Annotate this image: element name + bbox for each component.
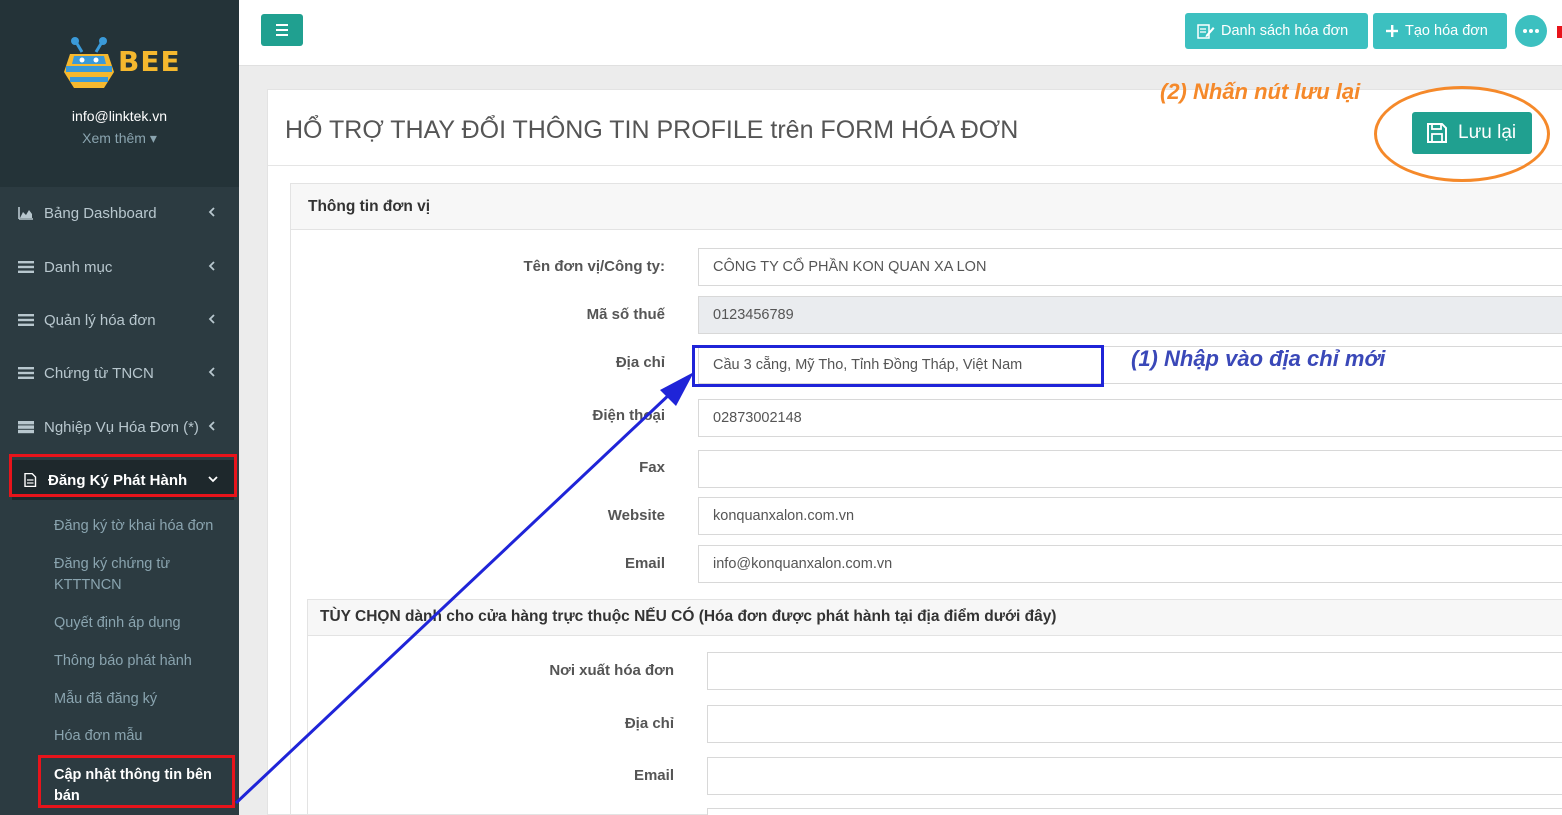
field-label-tax: Mã số thuế [586, 306, 665, 323]
create-invoice-button[interactable]: Tạo hóa đơn [1373, 13, 1507, 49]
plus-icon [1386, 25, 1398, 37]
submenu-item-hoa-don-mau[interactable]: Hóa đơn mẫu [54, 726, 234, 747]
section-title: Thông tin đơn vị [291, 184, 1562, 230]
highlight-box-submenu [38, 755, 235, 808]
annotation-step-2: (2) Nhấn nút lưu lại [1160, 79, 1361, 104]
submenu-item-chung-tu[interactable]: Đăng ký chứng từ KTTTNCN [54, 554, 204, 596]
field-label-address: Địa chỉ [615, 354, 665, 371]
list-icon [18, 261, 34, 273]
phone-input[interactable]: 02873002148 [698, 399, 1562, 437]
see-more-link[interactable]: Xem thêm ▾ [0, 130, 239, 147]
address-highlight-box [692, 345, 1104, 387]
chevron-left-icon [208, 207, 215, 217]
server-icon [18, 421, 34, 434]
sidebar-item-label: Quản lý hóa đơn [44, 311, 156, 329]
bee-mascot-icon [64, 37, 114, 88]
option-label-address: Địa chỉ [624, 715, 674, 732]
sidebar-item-label: Chứng từ TNCN [44, 364, 154, 382]
highlight-box-menu [9, 454, 237, 497]
option-section-title: TÙY CHỌN dành cho cửa hàng trực thuộc NẾ… [308, 600, 1562, 636]
invoice-list-button[interactable]: Danh sách hóa đơn [1185, 13, 1368, 49]
chevron-left-icon [208, 367, 215, 377]
sidebar-item-dashboard[interactable]: Bảng Dashboard [0, 193, 239, 233]
field-label-fax: Fax [639, 459, 665, 476]
menu-toggle-button[interactable] [261, 14, 303, 46]
submenu-item-mau-da-dang-ky[interactable]: Mẫu đã đăng ký [54, 689, 234, 710]
submenu-item-quyet-dinh[interactable]: Quyết định áp dụng [54, 613, 234, 634]
hamburger-icon [276, 24, 288, 36]
issue-place-input[interactable] [707, 652, 1562, 690]
field-label-phone: Điện thoại [592, 407, 665, 424]
next-input-partial[interactable] [707, 808, 1562, 815]
invoice-list-label: Danh sách hóa đơn [1221, 23, 1349, 39]
list-icon [18, 367, 34, 379]
sidebar-item-danh-muc[interactable]: Danh mục [0, 247, 239, 287]
option-label-email: Email [633, 767, 674, 784]
user-email: info@linktek.vn [71, 108, 168, 124]
tax-code-input[interactable]: 0123456789 [698, 296, 1562, 334]
company-name-input[interactable]: CÔNG TY CỔ PHẦN KON QUAN XA LON [698, 248, 1562, 286]
chevron-left-icon [208, 261, 215, 271]
title-divider [268, 165, 1562, 166]
sidebar-item-chung-tu-tncn[interactable]: Chứng từ TNCN [0, 353, 239, 393]
sidebar: BEE info@linktek.vn Xem thêm ▾ Bảng Dash… [0, 0, 239, 815]
list-icon [18, 314, 34, 326]
page-title: HỔ TRỢ THAY ĐỔI THÔNG TIN PROFILE trên F… [285, 116, 1019, 144]
sidebar-item-label: Bảng Dashboard [44, 204, 157, 222]
chevron-left-icon [208, 421, 215, 431]
save-annotation-ellipse [1374, 86, 1550, 182]
store-address-input[interactable] [707, 705, 1562, 743]
see-more-label: Xem thêm [82, 130, 146, 146]
sidebar-item-nghiep-vu[interactable]: Nghiệp Vụ Hóa Đơn (*) [0, 407, 239, 447]
brand-name: BEE [118, 45, 181, 78]
create-invoice-label: Tạo hóa đơn [1405, 23, 1488, 39]
sidebar-item-label: Nghiệp Vụ Hóa Đơn (*) [44, 418, 199, 436]
edit-list-icon [1197, 24, 1215, 39]
website-input[interactable]: konquanxalon.com.vn [698, 497, 1562, 535]
field-label-company: Tên đơn vị/Công ty: [523, 258, 666, 275]
submenu-item-to-khai[interactable]: Đăng ký tờ khai hóa đơn [54, 516, 234, 537]
logo-area: BEE info@linktek.vn Xem thêm ▾ [0, 0, 239, 187]
ellipsis-icon [1523, 29, 1539, 33]
chevron-left-icon [208, 314, 215, 324]
option-label-issue-place: Nơi xuất hóa đơn [549, 662, 674, 679]
sidebar-item-quan-ly-hoa-don[interactable]: Quản lý hóa đơn [0, 300, 239, 340]
email-input[interactable]: info@konquanxalon.com.vn [698, 545, 1562, 583]
area-chart-icon [18, 207, 33, 220]
submenu-item-thong-bao[interactable]: Thông báo phát hành [54, 651, 234, 672]
top-bar: Danh sách hóa đơn Tạo hóa đơn [239, 0, 1562, 66]
bee-logo: BEE [62, 36, 180, 92]
field-label-website: Website [607, 507, 665, 524]
more-options-button[interactable] [1515, 15, 1547, 47]
store-email-input[interactable] [707, 757, 1562, 795]
fax-input[interactable] [698, 450, 1562, 488]
field-label-email: Email [624, 555, 665, 572]
sidebar-item-label: Danh mục [44, 258, 113, 276]
annotation-step-1: (1) Nhập vào địa chỉ mới [1131, 346, 1386, 371]
notification-edge [1557, 26, 1562, 38]
